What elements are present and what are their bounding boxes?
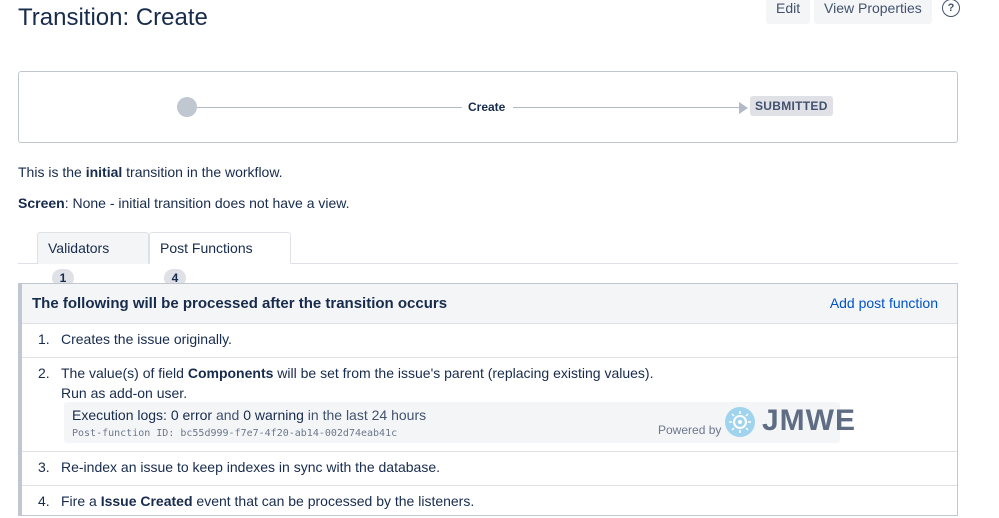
initial-state-dot [177,97,197,117]
item-text-prefix: Fire a [61,493,101,509]
panel-header: The following will be processed after th… [22,284,957,324]
note-suffix: transition in the workflow. [122,164,283,180]
run-as-note: Run as add-on user. [61,385,188,401]
jmwe-brand-text: JMWE [762,404,856,437]
item-text: Creates the issue originally. [61,331,232,347]
help-icon[interactable]: ? [942,0,960,17]
page-title: Transition: Create [18,4,208,31]
jmwe-logo-icon [725,407,755,437]
execution-logs-line[interactable]: Execution logs: 0 error and 0 warning in… [72,407,426,423]
warning-count: 0 warning [243,407,304,423]
screen-label: Screen [18,195,65,211]
tab-validators[interactable]: Validators 1 [37,232,149,287]
panel-header-text: The following will be processed after th… [32,295,448,312]
screen-value: : None - initial transition does not hav… [64,195,350,211]
item-number: 3. [38,459,50,475]
event-name: Issue Created [100,493,193,509]
field-name: Components [187,365,274,381]
edit-button[interactable]: Edit [766,0,811,24]
execution-logs-box: Execution logs: 0 error and 0 warning in… [64,402,855,443]
item-text-suffix: event that can be processed by the liste… [192,493,475,509]
add-post-function-link[interactable]: Add post function [830,295,938,311]
tab-post-functions[interactable]: Post Functions 4 [149,232,291,287]
note-prefix: This is the [18,164,86,180]
item-text: Fire a Issue Created event that can be p… [61,493,474,509]
transition-label: Create [468,100,506,114]
powered-by-label: Powered by [658,423,722,437]
item-text-suffix: will be set from the issue's parent (rep… [273,365,654,381]
item-number: 4. [38,493,50,509]
note-bold: initial [85,164,123,180]
arrow-right-icon [739,102,748,114]
post-functions-panel: The following will be processed after th… [18,283,958,516]
item-text: The value(s) of field Components will be… [61,365,653,381]
exec-and: and [212,407,244,423]
item-text-prefix: The value(s) of field [61,365,188,381]
view-properties-button[interactable]: View Properties [814,0,932,24]
item-text: Re-index an issue to keep indexes in syn… [61,459,441,475]
list-item: 1. Creates the issue originally. [22,324,957,358]
list-item: 4. Fire a Issue Created event that can b… [22,486,957,517]
post-function-id: Post-function ID: bc55d999-f7e7-4f20-ab1… [72,428,398,439]
initial-transition-note: This is the initial transition in the wo… [18,164,283,180]
workflow-line-right [513,107,739,108]
exec-suffix: in the last 24 hours [303,407,427,423]
workflow-diagram: Create SUBMITTED [18,71,958,143]
workflow-line-left [197,107,462,108]
item-number: 2. [38,365,50,381]
error-count: 0 error [170,407,213,423]
tab-post-functions-label: Post Functions [160,240,253,256]
tab-validators-label: Validators [48,240,110,256]
screen-info: Screen: None - initial transition does n… [18,195,350,211]
status-lozenge: SUBMITTED [750,96,833,116]
list-item: 3. Re-index an issue to keep indexes in … [22,452,957,486]
item-number: 1. [38,331,50,347]
exec-prefix: Execution logs: [72,407,171,423]
